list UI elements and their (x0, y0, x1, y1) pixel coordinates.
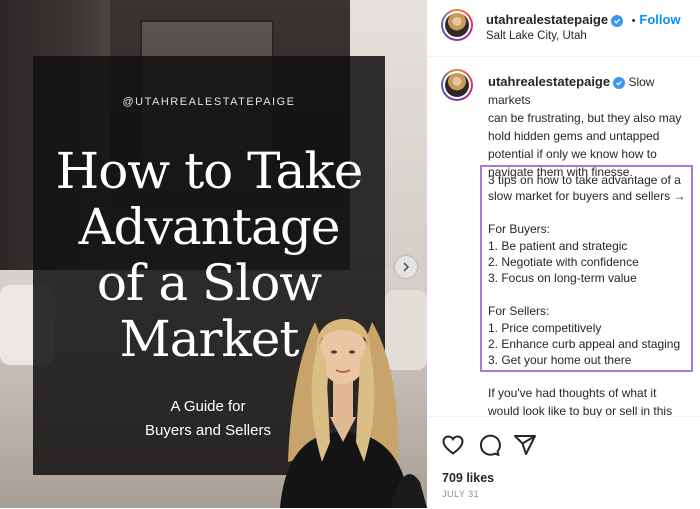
separator-dot: • (631, 15, 636, 27)
caption-line: can be frustrating, but they also may (488, 111, 682, 125)
tips-line: slow market for buyers and sellers → (488, 189, 686, 204)
tips-line: 3. Focus on long-term value (488, 271, 637, 286)
caption-more: If you've had thoughts of what it would … (488, 384, 695, 420)
caption-avatar[interactable] (441, 69, 473, 101)
tips-line: 2. Negotiate with confidence (488, 255, 639, 270)
header-username[interactable]: utahrealestatepaige (486, 12, 608, 27)
image-handle: @UTAHREALESTATEPAIGE (122, 96, 296, 108)
post-header: utahrealestatepaige • Follow Salt Lake Ci… (427, 0, 700, 57)
tips-line: 1. Price competitively (488, 320, 602, 335)
verified-icon (611, 15, 624, 27)
tips-line (488, 205, 695, 221)
agent-photo (280, 318, 427, 508)
caption-line: If you've had thoughts of what it (488, 386, 657, 400)
next-image-button[interactable] (395, 256, 417, 278)
heart-icon[interactable] (441, 433, 465, 457)
post-date: JULY 31 (442, 489, 480, 499)
location-link[interactable]: Salt Lake City, Utah (486, 30, 587, 42)
tips-line: 3 tips on how to take advantage of a (488, 173, 681, 187)
tips-line (488, 287, 695, 303)
tips-list: 3 tips on how to take advantage of a slo… (488, 172, 695, 369)
chevron-right-icon (403, 262, 410, 272)
share-icon[interactable] (513, 433, 537, 457)
post-image[interactable]: @UTAHREALESTATEPAIGE How to Take Advanta… (0, 0, 427, 508)
like-count[interactable]: 709 likes (442, 471, 494, 485)
avatar[interactable] (441, 9, 473, 41)
comment-icon[interactable] (477, 433, 501, 457)
tips-line: 2. Enhance curb appeal and staging (488, 337, 681, 352)
caption-username[interactable]: utahrealestatepaige (488, 74, 610, 89)
tips-line: 1. Be patient and strategic (488, 238, 628, 253)
follow-button[interactable]: Follow (639, 12, 680, 27)
caption-line: hold hidden gems and untapped (488, 129, 660, 143)
headline-line: How to Take (55, 142, 364, 200)
caption-line: potential if only we know how to (488, 147, 657, 161)
headline-line: Advantage (78, 198, 341, 256)
post-panel: utahrealestatepaige • Follow Salt Lake Ci… (427, 0, 700, 508)
verified-icon (613, 77, 626, 89)
tips-line: 3. Get your home out there (488, 353, 632, 368)
tips-line: For Sellers: (488, 304, 550, 319)
tips-line: For Buyers: (488, 222, 551, 237)
header-name-row: utahrealestatepaige • Follow (486, 11, 681, 29)
